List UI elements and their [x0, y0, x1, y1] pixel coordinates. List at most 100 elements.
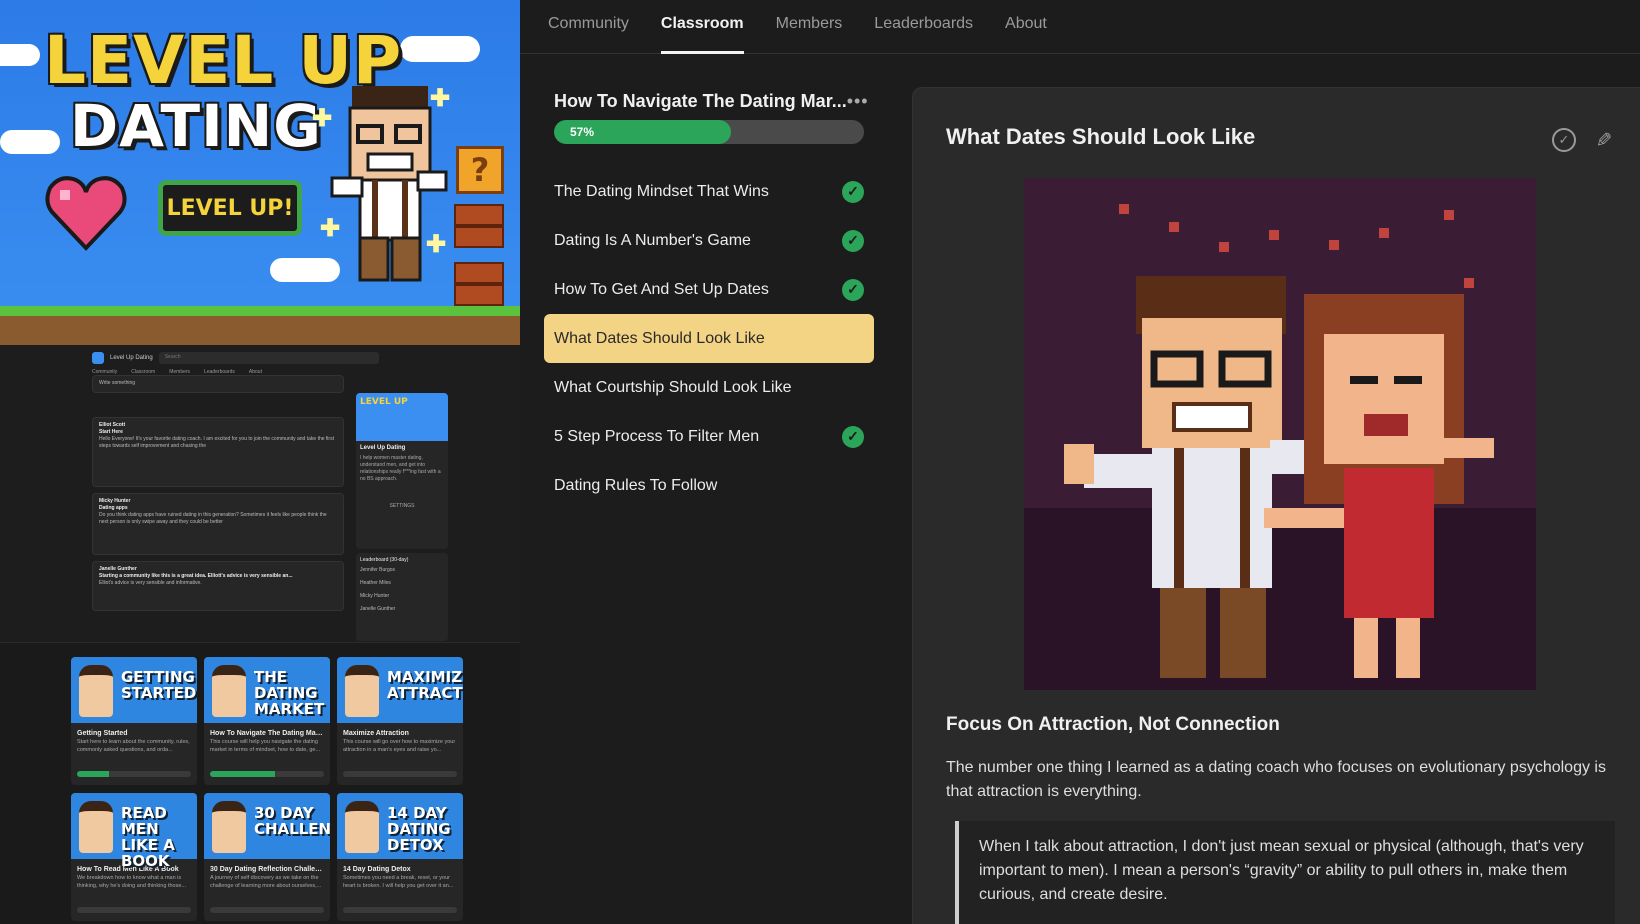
course-card: GETTING STARTED Getting Started Start he… [71, 657, 197, 785]
course-progress-fill: 57% [554, 120, 731, 144]
course-progress-bar [343, 907, 457, 913]
check-circle-icon: ✓ [842, 180, 864, 203]
mini-leaderboard-title: Leaderboard (30-day) [360, 557, 409, 563]
mini-leaderboard-row: Jennifer Burgos [360, 567, 396, 573]
course-header: How To Navigate The Dating Mar... ••• [544, 84, 874, 118]
tab-leaderboards[interactable]: Leaderboards [874, 0, 973, 54]
course-progress-bar [77, 907, 191, 913]
ellipsis-icon[interactable]: ••• [847, 91, 869, 112]
lesson-title: What Dates Should Look Like [946, 124, 1256, 149]
course-figure [79, 665, 113, 717]
lesson-actions: ✓ ✎ [1552, 128, 1616, 152]
tab-about[interactable]: About [1005, 0, 1047, 54]
mini-post-title: Start Here [99, 429, 123, 435]
mini-post-body: Hello Everyone! It's your favorite datin… [99, 436, 334, 449]
lesson-quote: When I talk about attraction, I don't ju… [955, 821, 1615, 924]
mini-search: Search [158, 352, 379, 364]
course-progress-bar [77, 771, 191, 777]
course-card-desc: A journey of self discovery as we take o… [210, 875, 322, 889]
course-progress-fill [77, 771, 109, 777]
mini-group-thumb: LEVEL UP [356, 393, 448, 441]
level-up-badge: LEVEL UP! [158, 180, 302, 236]
lesson-item[interactable]: The Dating Mindset That Wins ✓ [544, 167, 874, 216]
course-image-text: 30 DAY CHALLENGE [254, 804, 330, 838]
cloud [0, 130, 60, 154]
mini-post-title: Starting a community like this is a grea… [99, 573, 293, 579]
course-card-desc: We breakdown how to know what a man is t… [77, 875, 186, 889]
promo-collage: LEVEL UP DATING LEVEL UP! ? ✚ ✚ ✚ ✚ Leve… [0, 0, 520, 924]
lesson-item[interactable]: What Courtship Should Look Like [544, 363, 874, 412]
lesson-item[interactable]: Dating Is A Number's Game ✓ [544, 216, 874, 265]
lesson-item[interactable]: 5 Step Process To Filter Men ✓ [544, 412, 874, 461]
tab-members[interactable]: Members [776, 0, 843, 54]
mini-group-name: Level Up Dating [110, 355, 153, 361]
lesson-heading: Focus On Attraction, Not Connection [946, 714, 1280, 735]
brick-block [454, 204, 504, 248]
lesson-label: What Courtship Should Look Like [554, 378, 792, 396]
mini-side-desc: I help women master dating, understand m… [360, 455, 441, 482]
course-card: READ MEN LIKE A BOOK How To Read Men Lik… [71, 793, 197, 921]
mini-post-body: Do you think dating apps have ruined dat… [99, 512, 327, 525]
lesson-paragraph: The number one thing I learned as a dati… [946, 759, 1606, 800]
course-progress-bar [343, 771, 457, 777]
course-image-text: GETTING STARTED [121, 668, 197, 702]
course-image-text: THE DATING MARKET [254, 668, 325, 718]
lesson-item[interactable]: Dating Rules To Follow [544, 461, 874, 510]
course-figure [212, 801, 246, 853]
lesson-label: How To Get And Set Up Dates [554, 280, 769, 298]
mini-post-author: Janelle Gunther [99, 566, 137, 572]
lesson-label: Dating Rules To Follow [554, 476, 718, 494]
sparkle-icon: ✚ [430, 85, 451, 112]
course-card-image: MAXIMIZE ATTRACTION [337, 657, 463, 723]
course-card: MAXIMIZE ATTRACTION Maximize Attraction … [337, 657, 463, 785]
course-card-desc: This course will go over how to maximize… [343, 739, 456, 753]
course-progress-bar [210, 907, 324, 913]
sparkle-icon: ✚ [320, 215, 341, 242]
mini-post-author: Micky Hunter [99, 498, 131, 504]
course-card-desc: This course will help you navigate the d… [210, 739, 321, 753]
lesson-label: The Dating Mindset That Wins [554, 182, 769, 200]
course-card-image: READ MEN LIKE A BOOK [71, 793, 197, 869]
lesson-content: What Dates Should Look Like ✓ ✎ Focus On… [912, 87, 1640, 924]
course-card-desc: Sometimes you need a break, reset, or yo… [343, 875, 454, 889]
pixel-ground [0, 306, 520, 345]
lesson-pixel-art-image [1024, 178, 1536, 690]
top-nav: Community Classroom Members Leaderboards… [520, 0, 1640, 54]
lesson-label: Dating Is A Number's Game [554, 231, 751, 249]
course-card-title: Getting Started [77, 730, 128, 737]
lesson-label: What Dates Should Look Like [554, 329, 765, 347]
course-card: THE DATING MARKET How To Navigate The Da… [204, 657, 330, 785]
question-block-icon: ? [456, 146, 504, 194]
tab-classroom[interactable]: Classroom [660, 0, 744, 54]
course-card-title: How To Navigate The Dating Mark... [210, 730, 329, 737]
course-image-text: 14 DAY DATING DETOX [387, 804, 451, 854]
check-circle-icon: ✓ [842, 229, 864, 252]
course-card-title: 14 Day Dating Detox [343, 866, 411, 873]
mark-complete-icon[interactable]: ✓ [1552, 128, 1576, 152]
course-card-image: GETTING STARTED [71, 657, 197, 723]
mini-post-title: Dating apps [99, 505, 128, 511]
lesson-item[interactable]: How To Get And Set Up Dates ✓ [544, 265, 874, 314]
course-figure [79, 801, 113, 853]
lesson-item-active[interactable]: What Dates Should Look Like [544, 314, 874, 363]
mini-leaderboard-row: Heather Miles [360, 580, 391, 586]
course-grid-preview: GETTING STARTED Getting Started Start he… [0, 643, 520, 924]
mini-write-box: Write something [92, 375, 344, 393]
pixel-man-illustration [330, 86, 448, 282]
course-progress-fill [210, 771, 275, 777]
course-progress-bar [210, 771, 324, 777]
mini-leaderboard-row: Micky Hunter [360, 593, 390, 599]
mini-leaderboard: Leaderboard (30-day) Jennifer Burgos Hea… [356, 553, 448, 641]
course-figure [345, 801, 379, 853]
check-circle-icon: ✓ [842, 425, 864, 448]
mini-post-author: Elliot Scott [99, 422, 126, 428]
edit-pencil-icon[interactable]: ✎ [1592, 128, 1616, 152]
cloud [0, 44, 40, 66]
tab-community[interactable]: Community [548, 0, 629, 54]
mini-post-body: Elliot's advice is very sensible and inf… [99, 580, 202, 586]
course-card-title: 30 Day Dating Reflection Challenge [210, 866, 328, 873]
mini-side-button: SETTINGS [389, 503, 415, 509]
mini-logo [92, 352, 104, 364]
course-figure [212, 665, 246, 717]
promo-hero-image: LEVEL UP DATING LEVEL UP! ? ✚ ✚ ✚ ✚ [0, 0, 520, 345]
